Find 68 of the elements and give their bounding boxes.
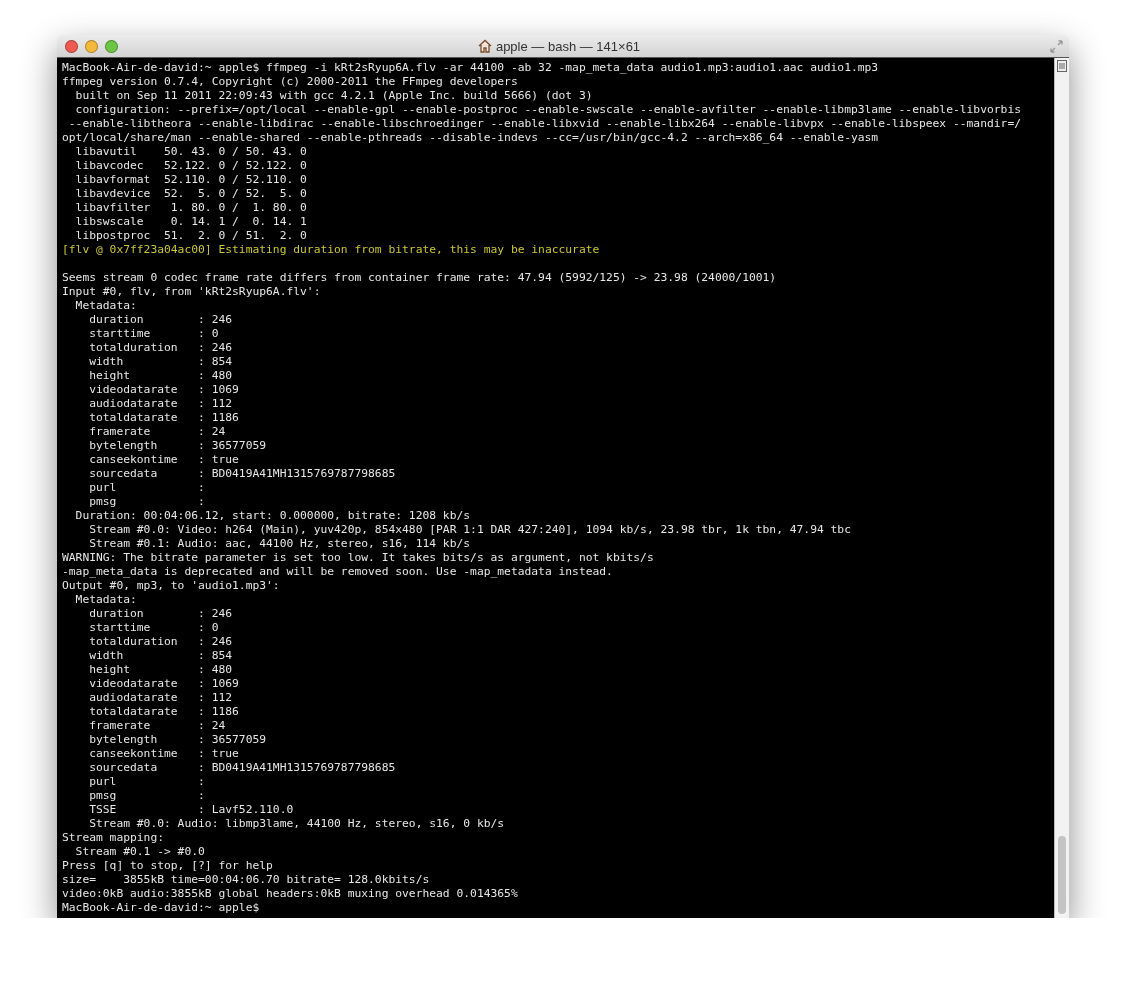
terminal-line: Metadata: <box>74 299 138 313</box>
terminal-line: built on Sep 11 2011 22:09:43 with gcc 4.2.1 (Apple Inc. build 5666) (dot 3) <box>74 89 594 103</box>
terminal-line: videodatarate : 1069 <box>88 677 240 691</box>
terminal-line: Metadata: <box>74 593 138 607</box>
terminal-line: libavfilter 1. 80. 0 / 1. 80. 0 <box>74 201 308 215</box>
terminal-line: libavutil 50. 43. 0 / 50. 43. 0 <box>74 145 308 159</box>
terminal-line: Stream #0.1 -> #0.0 <box>74 845 206 859</box>
terminal-line: libswscale 0. 14. 1 / 0. 14. 1 <box>74 215 308 229</box>
terminal-line: Seems stream 0 codec frame rate differs from container frame rate: 47.94 (5992/125) -> 23.98 (24000/1001) <box>62 271 778 285</box>
terminal-line: sourcedata : BD0419A41MH1315769787798685 <box>88 761 397 775</box>
terminal-line: totaldatarate : 1186 <box>88 705 240 719</box>
terminal-line: Stream #0.0: Video: h264 (Main), yuv420p, 854x480 [PAR 1:1 DAR 427:240], 1094 kb/s, 23.98 tbr, 1k tbn, 47.94 tbc <box>88 523 852 537</box>
terminal-line: duration : 246 <box>88 607 234 621</box>
terminal-line: videodatarate : 1069 <box>88 383 240 397</box>
terminal-line: libavformat 52.110. 0 / 52.110. 0 <box>74 173 308 187</box>
terminal-line: audiodatarate : 112 <box>88 397 234 411</box>
terminal-line: starttime : 0 <box>88 327 220 341</box>
terminal-line: bytelength : 36577059 <box>88 733 268 747</box>
terminal-line: libavdevice 52. 5. 0 / 52. 5. 0 <box>74 187 308 201</box>
terminal-line: framerate : 24 <box>88 719 227 733</box>
terminal-line: canseekontime : true <box>88 453 240 467</box>
terminal-line: MacBook-Air-de-david:~ apple$ ffmpeg -i kRt2sRyup6A.flv -ar 44100 -ab 32 -map_meta_data audio1.mp3:audio1.aac audio1.mp3 <box>62 61 880 75</box>
terminal-line: Stream #0.0: Audio: libmp3lame, 44100 Hz, stereo, s16, 0 kb/s <box>88 817 506 831</box>
terminal-line: duration : 246 <box>88 313 234 327</box>
terminal-line: totaldatarate : 1186 <box>88 411 240 425</box>
warning-line: [flv @ 0x7ff23a04ac00] Estimating duration from bitrate, this may be inaccurate <box>62 243 601 257</box>
terminal-line: width : 854 <box>88 649 234 663</box>
terminal-line: sourcedata : BD0419A41MH1315769787798685 <box>88 467 397 481</box>
terminal-line: opt/local/share/man --enable-shared --enable-pthreads --disable-indevs --cc=/usr/bin/gcc-4.2 --arch=x86_64 --enable-yasm <box>62 131 880 145</box>
terminal-line: height : 480 <box>88 663 234 677</box>
terminal-line: starttime : 0 <box>88 621 220 635</box>
scroll-thumb[interactable] <box>1058 836 1066 914</box>
terminal-line: TSSE : Lavf52.110.0 <box>88 803 295 817</box>
terminal-line: pmsg : <box>88 789 206 803</box>
terminal-line: video:0kB audio:3855kB global headers:0kB muxing overhead 0.014365% <box>62 887 519 901</box>
terminal-line: ffmpeg version 0.7.4, Copyright (c) 2000-2011 the FFmpeg developers <box>62 75 519 89</box>
terminal-line: totalduration : 246 <box>88 341 234 355</box>
window-title: apple — bash — 141×61 <box>495 38 641 54</box>
terminal-line: libavcodec 52.122. 0 / 52.122. 0 <box>74 159 308 173</box>
terminal-line: framerate : 24 <box>88 425 227 439</box>
terminal-line: totalduration : 246 <box>88 635 234 649</box>
terminal-line: purl : <box>88 775 206 789</box>
zoom-button[interactable] <box>105 39 118 53</box>
close-button[interactable] <box>65 39 78 53</box>
terminal-line: size= 3855kB time=00:04:06.70 bitrate= 128.0kbits/s <box>62 873 431 887</box>
terminal-line: purl : <box>88 481 206 495</box>
terminal-line: Press [q] to stop, [?] for help <box>62 859 274 873</box>
terminal-line: height : 480 <box>88 369 234 383</box>
split-pane-icon[interactable] <box>1057 60 1067 72</box>
terminal-line: MacBook-Air-de-david:~ apple$ <box>62 901 261 915</box>
terminal-line: --enable-libtheora --enable-libdirac --enable-libschroedinger --enable-libxvid --enable-libx264 --enable-libvpx --enable-libspeex --mandir=/ <box>67 117 1022 131</box>
house-icon <box>477 39 492 53</box>
terminal-line: -map_meta_data is deprecated and will be removed soon. Use -map_metadata instead. <box>62 565 614 579</box>
terminal-line: pmsg : <box>88 495 206 509</box>
terminal-line: audiodatarate : 112 <box>88 691 234 705</box>
terminal-line: width : 854 <box>88 355 234 369</box>
fullscreen-icon[interactable] <box>1050 39 1063 53</box>
terminal-line: Input #0, flv, from 'kRt2sRyup6A.flv': <box>62 285 322 299</box>
terminal-line: canseekontime : true <box>88 747 240 761</box>
terminal-line: Output #0, mp3, to 'audio1.mp3': <box>62 579 281 593</box>
terminal-line: Stream mapping: <box>62 831 166 845</box>
minimize-button[interactable] <box>85 39 98 53</box>
terminal-line: Duration: 00:04:06.12, start: 0.000000, bitrate: 1208 kb/s <box>74 509 472 523</box>
terminal-line: bytelength : 36577059 <box>88 439 268 453</box>
terminal-line: libpostproc 51. 2. 0 / 51. 2. 0 <box>74 229 308 243</box>
terminal-line: configuration: --prefix=/opt/local --enable-gpl --enable-postproc --enable-swscale --enable-avfilter --enable-libmp3lame --enable-libvorbis <box>74 103 1022 117</box>
terminal-line: Stream #0.1: Audio: aac, 44100 Hz, stereo, s16, 114 kb/s <box>88 537 472 551</box>
terminal-line: WARNING: The bitrate parameter is set too low. It takes bits/s as argument, not kbits/s <box>62 551 655 565</box>
